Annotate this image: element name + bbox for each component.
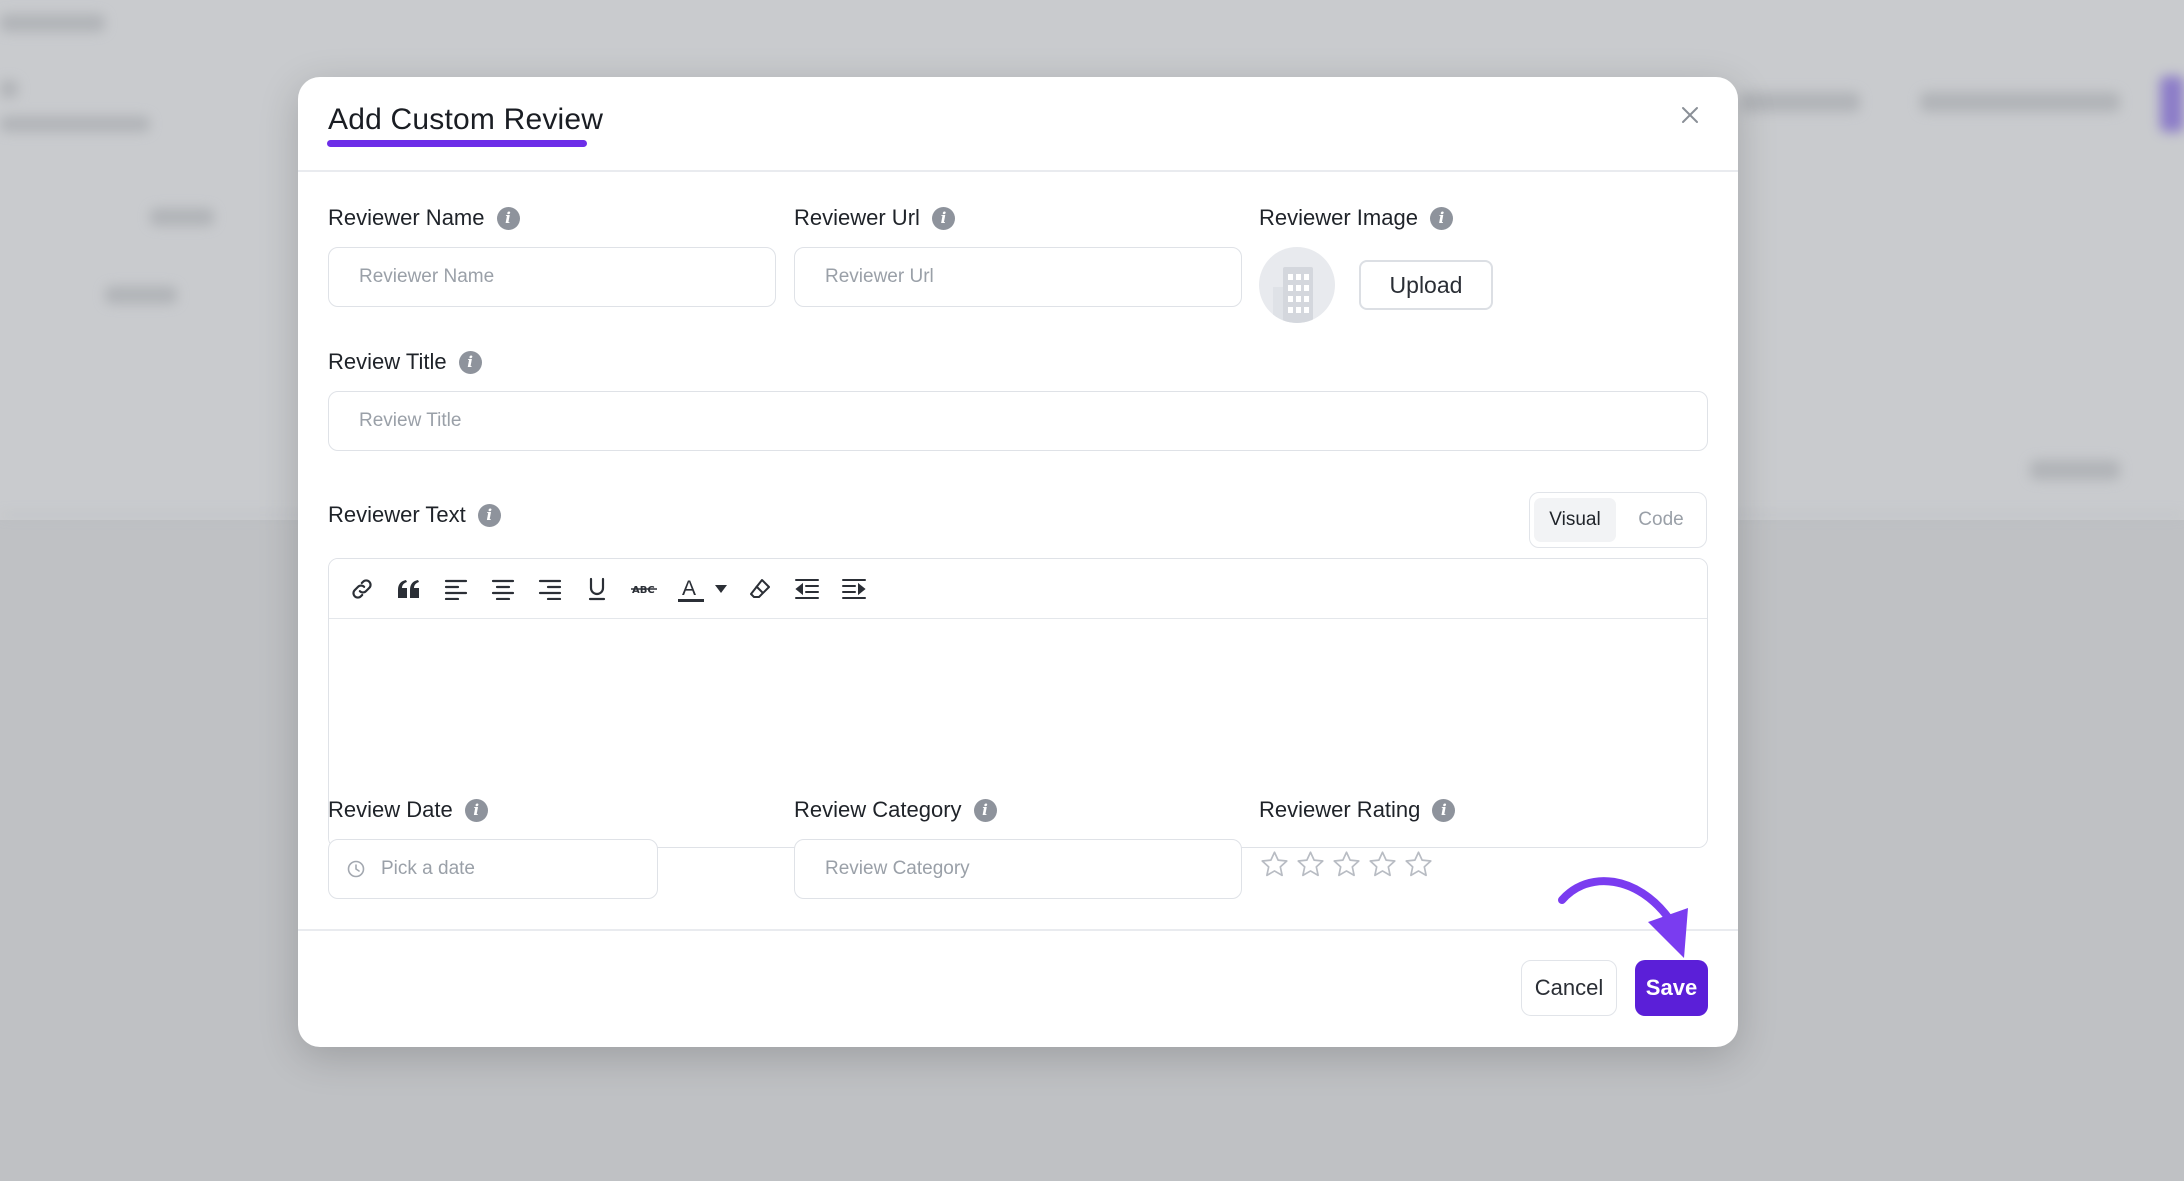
indent-button[interactable] — [835, 570, 872, 607]
review-category-input[interactable] — [794, 839, 1242, 899]
text-color-button[interactable]: A — [672, 570, 709, 607]
building-placeholder-icon — [1273, 267, 1313, 323]
upload-button[interactable]: Upload — [1359, 260, 1493, 310]
underline-icon — [588, 577, 605, 600]
star-icon[interactable] — [1331, 849, 1362, 880]
info-icon[interactable]: i — [931, 206, 955, 230]
add-custom-review-modal: Add Custom Review Reviewer Name i Review… — [298, 77, 1738, 1047]
review-category-label-text: Review Category — [794, 797, 962, 822]
strikethrough-icon: ABC — [630, 585, 657, 596]
indent-icon — [841, 578, 866, 599]
star-icon[interactable] — [1259, 849, 1290, 880]
blockquote-button[interactable] — [390, 570, 427, 607]
insert-link-button[interactable] — [343, 570, 380, 607]
text-color-icon: A — [677, 577, 704, 602]
info-icon[interactable]: i — [973, 798, 997, 822]
link-icon — [351, 578, 372, 599]
info-icon[interactable]: i — [464, 798, 488, 822]
editor-toolbar: ABC A — [329, 559, 1707, 619]
align-left-button[interactable] — [437, 570, 474, 607]
svg-text:ABC: ABC — [632, 585, 655, 596]
star-icon[interactable] — [1403, 849, 1434, 880]
close-icon — [1682, 107, 1698, 123]
quote-icon — [397, 579, 419, 598]
review-date-label: Review Date i — [328, 797, 488, 823]
modal-title: Add Custom Review — [328, 103, 604, 136]
editor-mode-toggle: Visual Code — [1529, 492, 1707, 548]
align-right-icon — [538, 579, 561, 600]
star-icon[interactable] — [1295, 849, 1326, 880]
reviewer-rating-label-text: Reviewer Rating — [1259, 797, 1421, 822]
info-icon[interactable]: i — [458, 350, 482, 374]
underline-button[interactable] — [578, 570, 615, 607]
strikethrough-button[interactable]: ABC — [625, 570, 662, 607]
close-button[interactable] — [1672, 97, 1708, 133]
modal-footer-divider — [298, 929, 1738, 931]
review-title-label: Review Title i — [328, 349, 482, 375]
reviewer-url-label-text: Reviewer Url — [794, 205, 920, 230]
review-category-label: Review Category i — [794, 797, 997, 823]
reviewer-image-label-text: Reviewer Image — [1259, 205, 1418, 230]
clear-formatting-button[interactable] — [741, 570, 778, 607]
visual-mode-tab[interactable]: Visual — [1534, 498, 1616, 542]
info-icon[interactable]: i — [477, 503, 501, 527]
reviewer-text-area[interactable] — [329, 619, 1707, 847]
text-color-dropdown[interactable] — [711, 570, 731, 607]
reviewer-rating-label: Reviewer Rating i — [1259, 797, 1456, 823]
reviewer-image-label: Reviewer Image i — [1259, 205, 1453, 231]
title-underline — [327, 140, 587, 147]
modal-header: Add Custom Review — [298, 77, 1738, 172]
align-left-icon — [444, 579, 467, 600]
eraser-icon — [749, 578, 770, 598]
reviewer-text-label-text: Reviewer Text — [328, 502, 466, 527]
caret-down-icon — [715, 584, 727, 593]
arrow-annotation-icon — [1558, 877, 1688, 958]
reviewer-name-input[interactable] — [328, 247, 776, 307]
code-mode-tab[interactable]: Code — [1620, 498, 1702, 542]
star-icon[interactable] — [1367, 849, 1398, 880]
svg-text:A: A — [682, 577, 696, 600]
reviewer-url-input[interactable] — [794, 247, 1242, 307]
outdent-button[interactable] — [788, 570, 825, 607]
review-date-picker[interactable] — [328, 839, 658, 899]
info-icon[interactable]: i — [1429, 206, 1453, 230]
info-icon[interactable]: i — [496, 206, 520, 230]
reviewer-text-label: Reviewer Text i — [328, 502, 501, 528]
align-right-button[interactable] — [531, 570, 568, 607]
review-title-label-text: Review Title — [328, 349, 447, 374]
reviewer-url-label: Reviewer Url i — [794, 205, 955, 231]
rating-stars — [1259, 849, 1434, 880]
clock-icon — [347, 860, 365, 878]
reviewer-text-editor: ABC A — [328, 558, 1708, 848]
align-center-button[interactable] — [484, 570, 521, 607]
info-icon[interactable]: i — [1432, 798, 1456, 822]
review-date-label-text: Review Date — [328, 797, 453, 822]
review-title-input[interactable] — [328, 391, 1708, 451]
outdent-icon — [794, 578, 819, 599]
reviewer-name-label: Reviewer Name i — [328, 205, 520, 231]
reviewer-image-avatar — [1259, 247, 1335, 323]
review-date-input[interactable] — [381, 858, 631, 880]
align-center-icon — [491, 579, 514, 600]
reviewer-name-label-text: Reviewer Name — [328, 205, 485, 230]
